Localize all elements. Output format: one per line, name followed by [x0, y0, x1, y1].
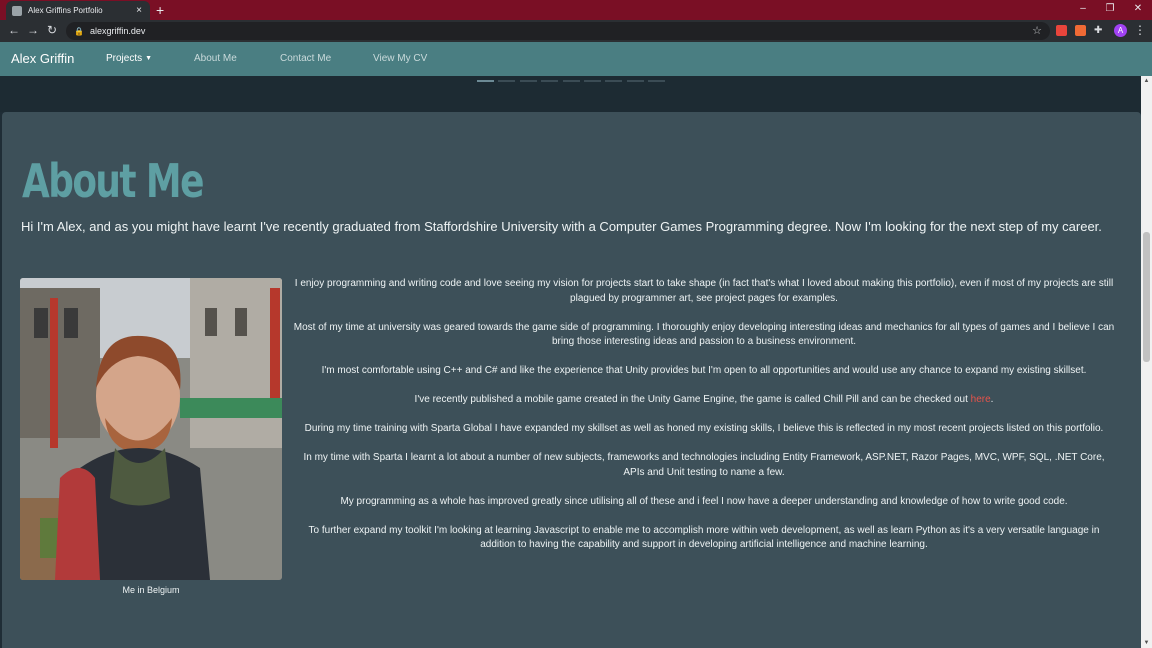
chill-pill-link[interactable]: here	[971, 394, 991, 405]
site-navbar: Alex Griffin Projects ▼ About Me Contact …	[0, 42, 1152, 76]
scroll-up-icon[interactable]: ▲	[1141, 78, 1152, 84]
browser-tabstrip: Alex Griffins Portfolio × + – ❐ ✕	[0, 0, 1152, 20]
carousel-indicator[interactable]	[519, 80, 537, 82]
about-paragraph: In my time with Sparta I learnt a lot ab…	[303, 452, 1105, 478]
bookmark-star-icon[interactable]: ☆	[1032, 24, 1042, 38]
carousel-indicator[interactable]	[562, 80, 580, 82]
browser-tab[interactable]: Alex Griffins Portfolio ×	[6, 1, 150, 20]
extension-icon[interactable]	[1075, 25, 1086, 36]
nav-projects[interactable]: Projects ▼	[106, 53, 152, 64]
close-window-button[interactable]: ✕	[1131, 2, 1145, 16]
new-tab-button[interactable]: +	[156, 2, 164, 18]
profile-photo	[20, 278, 282, 580]
back-button[interactable]: ←	[6, 22, 22, 38]
scrollbar-thumb[interactable]	[1143, 232, 1150, 362]
tab-close-icon[interactable]: ×	[134, 5, 144, 16]
browser-menu-icon[interactable]: ⋮	[1134, 23, 1146, 37]
lock-icon: 🔒	[74, 26, 84, 36]
profile-avatar[interactable]: A	[1114, 24, 1127, 37]
page-title: About Me	[22, 154, 204, 208]
about-paragraph: I enjoy programming and writing code and…	[294, 278, 1114, 304]
carousel-indicator[interactable]	[584, 80, 601, 82]
about-paragraph: During my time training with Sparta Glob…	[304, 423, 1104, 434]
nav-view-cv[interactable]: View My CV	[373, 53, 427, 64]
carousel-indicator[interactable]	[477, 80, 494, 82]
minimize-button[interactable]: –	[1076, 2, 1090, 16]
about-paragraph: My programming as a whole has improved g…	[340, 495, 1068, 507]
favicon-icon	[12, 5, 22, 16]
scroll-down-icon[interactable]: ▼	[1141, 640, 1152, 646]
url-text[interactable]: alexgriffin.dev	[90, 26, 145, 36]
about-paragraph: I'm most comfortable using C++ and C# an…	[321, 365, 1087, 376]
about-paragraph: To further expand my toolkit I'm looking…	[308, 524, 1100, 551]
published-end: .	[990, 394, 994, 405]
extension-icon[interactable]	[1056, 25, 1067, 36]
about-paragraph-published: I've recently published a mobile game cr…	[293, 393, 1115, 408]
site-brand[interactable]: Alex Griffin	[11, 51, 74, 66]
browser-toolbar: ← → ↻ 🔒 alexgriffin.dev ☆ ✚ A ⋮	[0, 20, 1152, 42]
about-card: About Me Hi I'm Alex, and as you might h…	[2, 112, 1141, 648]
published-text: I've recently published a mobile game cr…	[414, 394, 971, 405]
carousel-indicator[interactable]	[605, 80, 623, 82]
about-body: I enjoy programming and writing code and…	[293, 277, 1115, 567]
forward-button[interactable]: →	[25, 22, 41, 38]
page-scrollbar[interactable]: ▲ ▼	[1141, 76, 1152, 648]
photo-caption: Me in Belgium	[122, 585, 180, 595]
caret-down-icon: ▼	[145, 54, 153, 62]
reload-button[interactable]: ↻	[44, 22, 60, 38]
carousel-indicator[interactable]	[541, 80, 559, 82]
carousel-indicator[interactable]	[498, 80, 516, 82]
carousel-strip	[0, 76, 1152, 112]
carousel-indicator[interactable]	[626, 80, 644, 82]
restore-button[interactable]: ❐	[1103, 2, 1117, 16]
nav-projects-label: Projects	[106, 53, 143, 64]
tab-title: Alex Griffins Portfolio	[28, 6, 103, 15]
nav-contact-me[interactable]: Contact Me	[280, 53, 331, 64]
puzzle-icon[interactable]: ✚	[1094, 25, 1105, 36]
address-bar[interactable]: 🔒 alexgriffin.dev ☆	[66, 22, 1050, 40]
nav-about-me[interactable]: About Me	[194, 53, 237, 64]
intro-text: Hi I'm Alex, and as you might have learn…	[21, 219, 1102, 234]
carousel-indicator[interactable]	[648, 80, 666, 82]
about-paragraph: Most of my time at university was geared…	[293, 321, 1115, 348]
